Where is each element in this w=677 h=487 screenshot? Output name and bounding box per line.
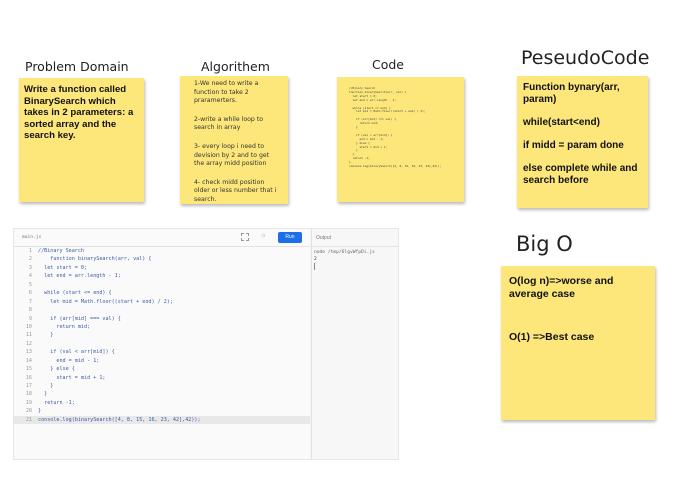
code-text: start = mid + 1; (38, 374, 106, 381)
pseudocode-line: else complete while and search before (523, 163, 638, 186)
code-note-lines: //Binary Search function binarySearch(arr… (349, 86, 458, 169)
pseudocode-note: Function bynary(arr, param) while(start<… (517, 76, 648, 208)
code-line[interactable]: 15 } else { (14, 365, 310, 373)
code-text: } (38, 332, 54, 339)
line-number: 11 (25, 332, 32, 339)
theme-icon[interactable]: ☼ (260, 232, 266, 239)
code-text: } (38, 408, 42, 415)
algorithm-heading: Algorithem (201, 59, 270, 74)
expand-icon[interactable] (241, 233, 249, 241)
line-number: 3 (28, 264, 32, 271)
code-heading: Code (372, 57, 405, 72)
code-text: while (start <= end) { (38, 290, 112, 297)
line-number: 13 (25, 349, 32, 356)
code-line[interactable]: 21 console.log(binarySearch([4, 8, 15, 16… (14, 415, 310, 425)
code-line[interactable]: 2 function binarySearch(arr, val) { (14, 255, 310, 263)
algorithm-step: 3- every loop i need to devision by 2 an… (194, 142, 270, 168)
code-text: let end = arr.length - 1; (38, 273, 121, 280)
line-number: 14 (25, 357, 32, 364)
code-line[interactable]: 8 (14, 306, 310, 314)
code-note-line: console.log(binarySearch([4, 8, 15, 16, … (349, 164, 442, 169)
code-line[interactable]: 6 while (start <= end) { (14, 289, 310, 297)
output-command: node /tmp/6lgvWfpDi.js (314, 250, 375, 255)
pseudocode-line: while(start<end) (523, 117, 600, 128)
big-o-heading: Big O (516, 232, 573, 256)
code-line[interactable]: 13 if (val < arr[mid]) { (14, 348, 310, 356)
line-number: 5 (28, 281, 32, 288)
line-number: 8 (28, 307, 32, 314)
code-line[interactable]: 19 return -1; (14, 399, 310, 407)
line-number: 15 (25, 366, 32, 373)
code-pane: main.js ☼ Run 1//Binary Search 2 function… (14, 229, 310, 459)
code-text: } else { (38, 366, 75, 373)
line-number: 6 (28, 290, 32, 297)
line-number: 10 (25, 323, 32, 330)
output-result: 2 (314, 257, 317, 262)
output-label: Output (316, 235, 332, 241)
pseudocode-line: if midd = param done (523, 140, 624, 151)
code-line[interactable]: 17 } (14, 382, 310, 390)
run-button[interactable]: Run (278, 232, 302, 243)
pseudocode-line: Function bynary(arr, param) (523, 82, 620, 105)
code-text: } (38, 383, 54, 389)
pseudocode-heading: PeseudoCode (521, 47, 650, 69)
code-line[interactable]: 12 (14, 340, 310, 348)
code-line[interactable]: 9 if (arr[mid] === val) { (14, 315, 310, 323)
file-tab[interactable]: main.js (22, 235, 41, 240)
line-number: 1 (28, 248, 32, 254)
line-number: 18 (25, 391, 32, 398)
code-note: //Binary Search function binarySearch(arr… (337, 77, 464, 202)
code-line[interactable]: 14 end = mid - 1; (14, 357, 310, 365)
problem-domain-heading: Problem Domain (25, 59, 129, 74)
code-lines: 1//Binary Search 2 function binarySearch(… (14, 247, 310, 425)
code-text: } (38, 391, 48, 398)
line-number: 2 (28, 256, 32, 263)
line-number: 19 (25, 399, 32, 406)
line-number: 7 (28, 298, 32, 305)
code-text: return -1; (38, 399, 75, 406)
big-o-note: O(log n)=>worse and average case O(1) =>… (501, 266, 655, 420)
line-number: 20 (25, 408, 32, 415)
code-line[interactable]: 3 let start = 0; (14, 264, 310, 272)
code-text: let mid = Math.floor((start + end) / 2); (38, 298, 173, 305)
code-line[interactable]: 16 start = mid + 1; (14, 374, 310, 382)
code-editor: main.js ☼ Run 1//Binary Search 2 function… (13, 228, 399, 460)
code-text: if (val < arr[mid]) { (38, 349, 115, 356)
code-text: if (arr[mid] === val) { (38, 315, 121, 322)
code-text: end = mid - 1; (38, 357, 100, 364)
code-line[interactable]: 11 } (14, 331, 310, 339)
big-o-best: O(1) =>Best case (509, 331, 595, 343)
algorithm-step: 2-write a while loop to search in array (194, 115, 264, 132)
output-cursor (314, 263, 315, 270)
code-text: console.log(binarySearch([4, 8, 15, 16, … (38, 416, 201, 423)
code-line[interactable]: 18 } (14, 390, 310, 398)
code-line[interactable]: 1 //Binary Search (14, 247, 310, 255)
line-number: 16 (25, 374, 32, 381)
editor-toolbar: main.js ☼ Run (14, 229, 310, 247)
line-number: 21 (25, 416, 32, 423)
code-line[interactable]: 4 let end = arr.length - 1; (14, 272, 310, 280)
algorithm-step: 4- check midd position older or less num… (194, 178, 277, 203)
code-line[interactable]: 7 let mid = Math.floor((start + end) / 2… (14, 298, 310, 306)
code-line[interactable]: 5 (14, 281, 310, 289)
algorithm-step: 1-We need to write a function to take 2 … (194, 80, 259, 105)
problem-domain-note: Write a function called BinarySearch whi… (19, 78, 144, 202)
output-pane: Output node /tmp/6lgvWfpDi.js 2 (311, 229, 398, 459)
code-text: //Binary Search (38, 248, 85, 254)
big-o-worst: O(log n)=>worse and average case (509, 275, 614, 300)
line-number: 12 (25, 340, 32, 347)
line-number: 9 (28, 315, 32, 322)
line-number: 17 (25, 383, 32, 389)
line-number: 4 (28, 273, 32, 280)
algorithm-note: 1-We need to write a function to take 2 … (180, 76, 288, 204)
code-line[interactable]: 20} (14, 407, 310, 415)
code-line[interactable]: 10 return mid; (14, 323, 310, 331)
code-text: return mid; (38, 323, 91, 330)
code-text: function binarySearch(arr, val) { (38, 256, 152, 263)
problem-domain-text: Write a function called BinarySearch whi… (24, 84, 134, 141)
code-text: let start = 0; (38, 264, 88, 271)
